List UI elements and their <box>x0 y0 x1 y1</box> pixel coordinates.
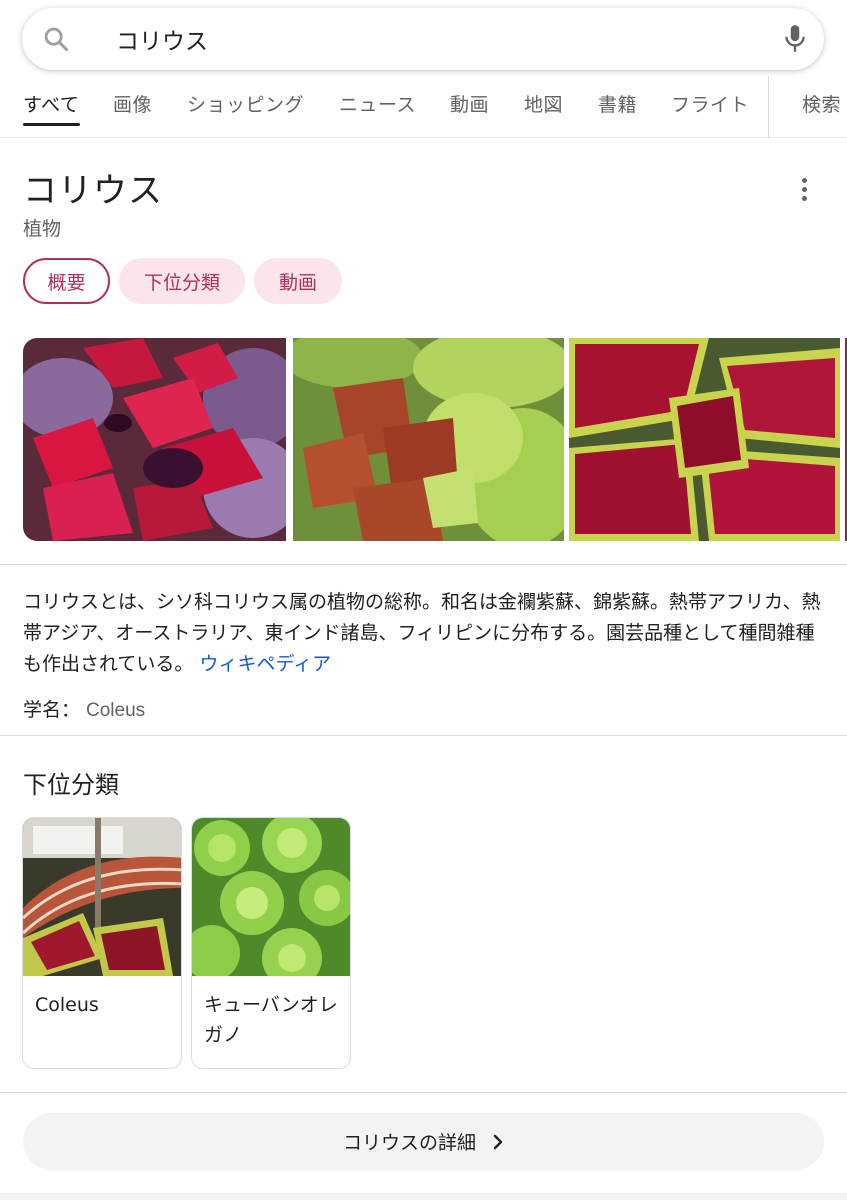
coleus-image-2[interactable] <box>293 338 564 541</box>
tab-books[interactable]: 書籍 <box>598 90 637 117</box>
divider <box>0 735 847 736</box>
subclass-card-cuban-oregano[interactable]: キューバンオレガノ <box>191 817 351 1069</box>
tab-all[interactable]: すべて <box>23 90 79 117</box>
chevron-right-icon <box>493 1134 503 1149</box>
search-bar[interactable] <box>22 8 824 70</box>
divider <box>0 1092 847 1093</box>
more-about-button[interactable]: コリウスの詳細 <box>23 1113 824 1170</box>
chip-subclass[interactable]: 下位分類 <box>119 258 245 304</box>
subclass-card-image <box>23 818 181 976</box>
panel-description: コリウスとは、シソ科コリウス属の植物の総称。和名は金襴紫蘇、錦紫蘇。熱帯アフリカ… <box>23 587 823 680</box>
subclass-card-label: キューバンオレガノ <box>204 994 338 1046</box>
search-header: すべて 画像 ショッピング ニュース 動画 地図 書籍 フライト 検索 <box>0 0 847 140</box>
description-text: コリウスとは、シソ科コリウス属の植物の総称。和名は金襴紫蘇、錦紫蘇。熱帯アフリカ… <box>23 591 821 675</box>
bottom-band <box>0 1193 847 1200</box>
tab-maps[interactable]: 地図 <box>524 90 563 117</box>
image-strip <box>23 338 847 541</box>
coleus-image-1[interactable] <box>23 338 286 541</box>
microphone-icon[interactable] <box>782 23 808 55</box>
scientific-name-label: 学名： <box>23 699 81 721</box>
coleus-image-3[interactable] <box>569 338 840 541</box>
tab-news[interactable]: ニュース <box>339 90 416 117</box>
search-input[interactable] <box>94 20 774 58</box>
search-icon[interactable] <box>42 25 70 53</box>
tab-videos[interactable]: 動画 <box>450 90 489 117</box>
subclass-card-label: Coleus <box>35 994 99 1016</box>
subclass-card-coleus[interactable]: Coleus <box>22 817 182 1069</box>
divider <box>0 564 847 565</box>
panel-title: コリウス <box>23 171 163 211</box>
chip-videos[interactable]: 動画 <box>254 258 342 304</box>
tabs-divider <box>768 76 769 137</box>
tab-search-tools[interactable]: 検索 <box>802 90 841 117</box>
search-tabs: すべて 画像 ショッピング ニュース 動画 地図 書籍 フライト 検索 <box>0 76 847 138</box>
scientific-name: 学名： Coleus <box>23 695 145 722</box>
more-options-icon[interactable] <box>793 178 815 204</box>
tab-flights[interactable]: フライト <box>671 90 749 117</box>
panel-subtitle: 植物 <box>23 218 62 240</box>
more-about-label: コリウスの詳細 <box>342 1132 476 1154</box>
wikipedia-link[interactable]: ウィキペディア <box>199 653 331 675</box>
active-tab-indicator <box>23 123 80 126</box>
subclass-card-image <box>192 818 350 976</box>
scientific-name-value[interactable]: Coleus <box>86 700 145 721</box>
tab-shopping[interactable]: ショッピング <box>187 90 304 117</box>
subclass-heading: 下位分類 <box>23 771 119 799</box>
tab-images[interactable]: 画像 <box>113 90 152 117</box>
chip-overview[interactable]: 概要 <box>23 258 110 304</box>
